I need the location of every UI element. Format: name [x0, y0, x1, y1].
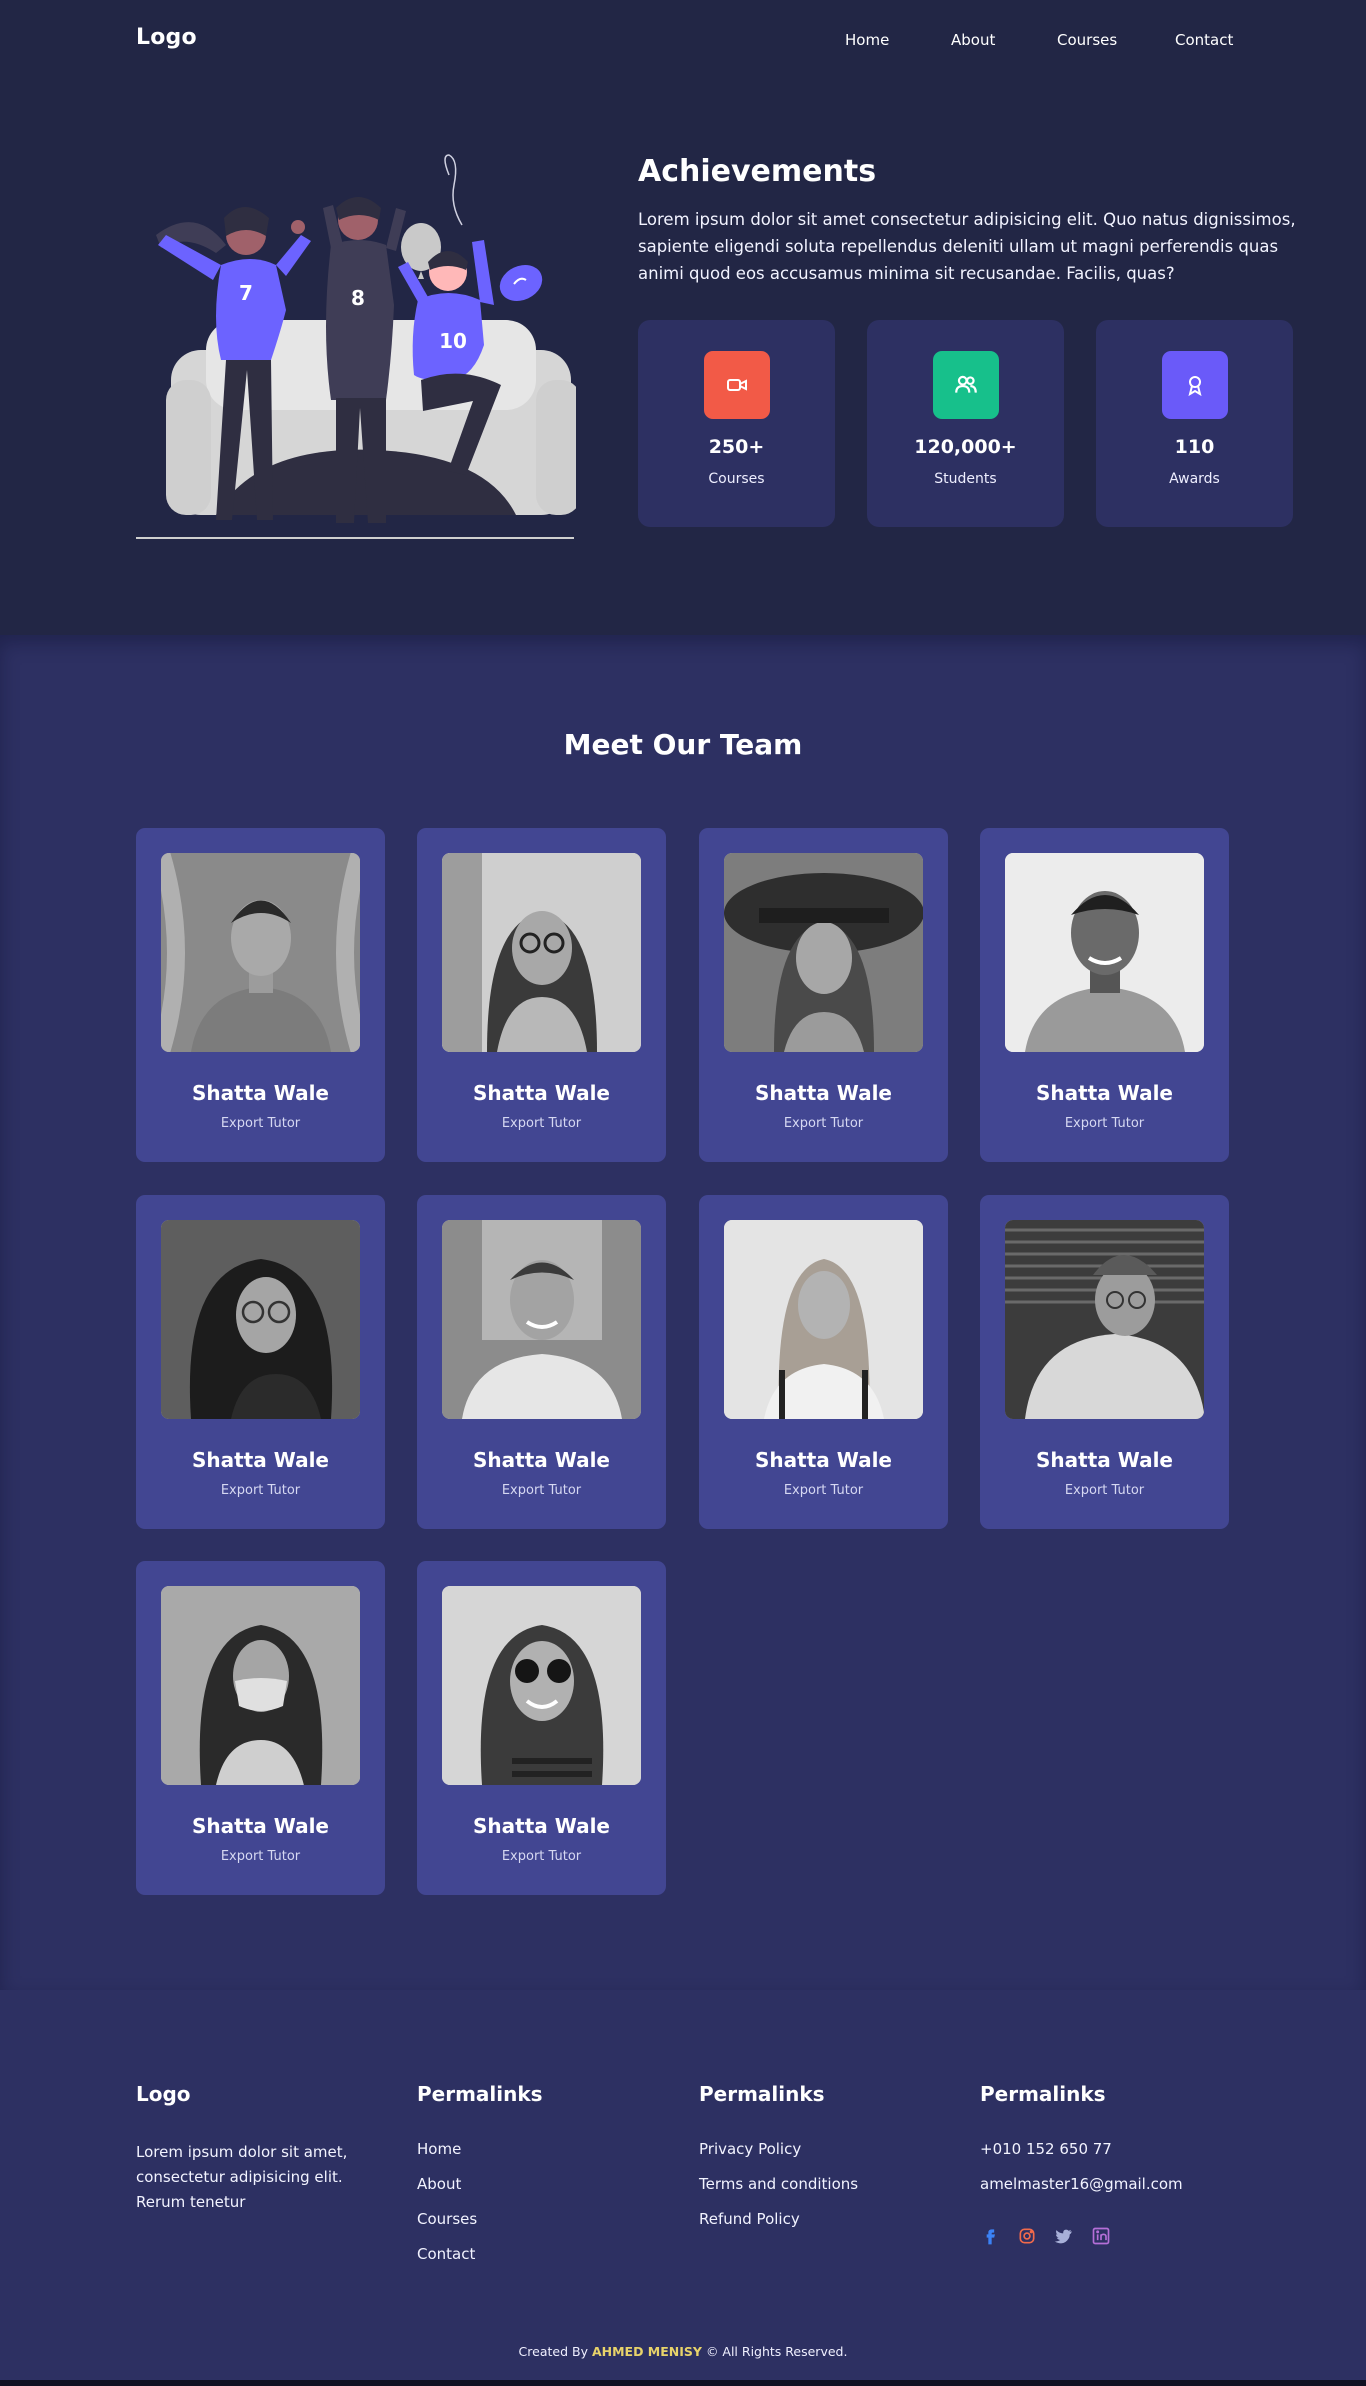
stat-value: 110	[1174, 436, 1215, 458]
member-name: Shatta Wale	[755, 1448, 892, 1472]
achievements-description: Lorem ipsum dolor sit amet consectetur a…	[638, 210, 1296, 283]
footer-col-about: Logo Lorem ipsum dolor sit amet, consect…	[136, 2082, 376, 2215]
team-title: Meet Our Team	[563, 728, 803, 761]
member-name: Shatta Wale	[192, 1081, 329, 1105]
jersey-number-8: 8	[351, 286, 365, 310]
celebration-illustration: 7 8 10	[136, 154, 576, 539]
member-name: Shatta Wale	[755, 1081, 892, 1105]
footer-col-contact: Permalinks +010 152 650 77 amelmaster16@…	[980, 2082, 1183, 2249]
stat-value: 250+	[708, 436, 765, 458]
team-card[interactable]: Shatta Wale Export Tutor	[980, 1195, 1229, 1529]
team-card[interactable]: Shatta Wale Export Tutor	[417, 1561, 666, 1895]
member-role: Export Tutor	[1064, 1483, 1145, 1498]
nav-link-home[interactable]: Home	[845, 31, 889, 49]
member-photo	[1005, 1220, 1204, 1419]
member-role: Export Tutor	[783, 1116, 864, 1131]
achievements-section: 7 8 10 Achievements Lorem ipsum dolor si…	[0, 80, 1366, 635]
member-role: Export Tutor	[1064, 1116, 1145, 1131]
linkedin-icon[interactable]	[1091, 2226, 1111, 2246]
member-photo	[442, 1586, 641, 1785]
nav-link-contact[interactable]: Contact	[1175, 31, 1233, 49]
award-icon	[1162, 351, 1228, 419]
stat-label: Students	[934, 471, 997, 487]
footer-logo[interactable]: Logo	[136, 2082, 376, 2110]
member-name: Shatta Wale	[473, 1081, 610, 1105]
stat-value: 120,000+	[914, 436, 1017, 458]
team-card[interactable]: Shatta Wale Export Tutor	[136, 828, 385, 1162]
stat-card-courses: 250+ Courses	[638, 320, 835, 527]
member-photo	[442, 1220, 641, 1419]
credit-author[interactable]: AHMED MENISY	[592, 2344, 702, 2359]
team-card[interactable]: Shatta Wale Export Tutor	[136, 1561, 385, 1895]
footer-link-refund[interactable]: Refund Policy	[699, 2210, 858, 2245]
footer-link-home[interactable]: Home	[417, 2140, 543, 2175]
member-role: Export Tutor	[220, 1116, 301, 1131]
footer-heading: Permalinks	[417, 2082, 543, 2106]
footer-heading: Permalinks	[980, 2082, 1106, 2106]
footer-link-terms[interactable]: Terms and conditions	[699, 2175, 858, 2210]
team-card[interactable]: Shatta Wale Export Tutor	[417, 828, 666, 1162]
footer-col-permalinks-2: Permalinks Privacy Policy Terms and cond…	[699, 2082, 858, 2245]
navbar: Logo Home About Courses Contact	[0, 0, 1366, 80]
member-photo	[724, 853, 923, 1052]
nav-menu: Home About Courses Contact	[0, 31, 1366, 51]
member-name: Shatta Wale	[473, 1448, 610, 1472]
team-card[interactable]: Shatta Wale Export Tutor	[136, 1195, 385, 1529]
footer-link-contact[interactable]: Contact	[417, 2245, 543, 2280]
footer-col-permalinks-1: Permalinks Home About Courses Contact	[417, 2082, 543, 2280]
stat-card-awards: 110 Awards	[1096, 320, 1293, 527]
member-role: Export Tutor	[220, 1483, 301, 1498]
footer-email[interactable]: amelmaster16@gmail.com	[980, 2175, 1183, 2210]
team-section: Meet Our Team Shatta Wale Export Tutor S…	[0, 635, 1366, 1990]
footer-link-privacy[interactable]: Privacy Policy	[699, 2140, 858, 2175]
member-role: Export Tutor	[501, 1116, 582, 1131]
member-name: Shatta Wale	[1036, 1448, 1173, 1472]
member-photo	[161, 1220, 360, 1419]
footer-link-about[interactable]: About	[417, 2175, 543, 2210]
jersey-number-7: 7	[239, 281, 253, 305]
footer-link-courses[interactable]: Courses	[417, 2210, 543, 2245]
member-photo	[724, 1220, 923, 1419]
footer-about-text: Lorem ipsum dolor sit amet, consectetur …	[136, 2143, 348, 2211]
member-name: Shatta Wale	[1036, 1081, 1173, 1105]
member-role: Export Tutor	[220, 1849, 301, 1864]
stat-label: Courses	[708, 471, 765, 487]
video-camera-icon	[704, 351, 770, 419]
member-name: Shatta Wale	[473, 1814, 610, 1838]
stat-card-students: 120,000+ Students	[867, 320, 1064, 527]
member-photo	[442, 853, 641, 1052]
team-card[interactable]: Shatta Wale Export Tutor	[980, 828, 1229, 1162]
achievements-title: Achievements	[638, 154, 877, 189]
bottom-edge	[0, 2380, 1366, 2386]
stat-label: Awards	[1169, 471, 1220, 487]
member-role: Export Tutor	[501, 1849, 582, 1864]
team-card[interactable]: Shatta Wale Export Tutor	[699, 1195, 948, 1529]
footer-heading: Permalinks	[699, 2082, 825, 2106]
twitter-icon[interactable]	[1054, 2226, 1074, 2246]
member-role: Export Tutor	[783, 1483, 864, 1498]
footer: Logo Lorem ipsum dolor sit amet, consect…	[0, 1990, 1366, 2386]
credit-suffix: © All Rights Reserved.	[705, 2344, 848, 2359]
jersey-number-10: 10	[439, 329, 467, 353]
member-role: Export Tutor	[501, 1483, 582, 1498]
member-photo	[1005, 853, 1204, 1052]
nav-link-about[interactable]: About	[951, 31, 995, 49]
team-card[interactable]: Shatta Wale Export Tutor	[417, 1195, 666, 1529]
footer-phone[interactable]: +010 152 650 77	[980, 2140, 1183, 2175]
team-card[interactable]: Shatta Wale Export Tutor	[699, 828, 948, 1162]
member-photo	[161, 1586, 360, 1785]
member-photo	[161, 853, 360, 1052]
instagram-icon[interactable]	[1017, 2226, 1037, 2246]
nav-link-courses[interactable]: Courses	[1057, 31, 1117, 49]
users-icon	[933, 351, 999, 419]
copyright-credit: Created By AHMED MENISY © All Rights Res…	[0, 2344, 1366, 2359]
facebook-icon[interactable]	[980, 2226, 1000, 2246]
social-links	[980, 2225, 1183, 2249]
member-name: Shatta Wale	[192, 1814, 329, 1838]
credit-prefix: Created By	[518, 2344, 588, 2359]
member-name: Shatta Wale	[192, 1448, 329, 1472]
